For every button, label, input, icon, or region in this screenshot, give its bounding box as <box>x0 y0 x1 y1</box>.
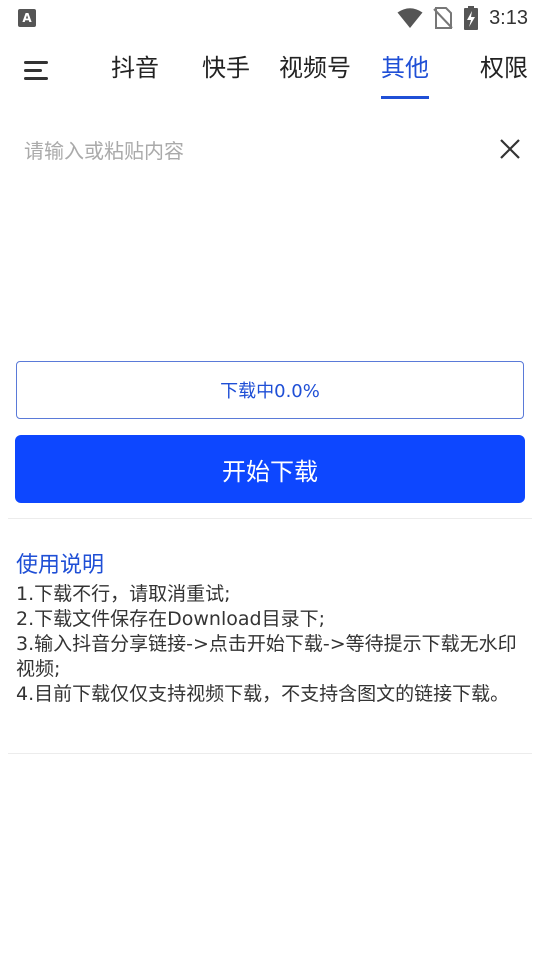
menu-icon[interactable] <box>22 56 52 86</box>
tab-permissions[interactable]: 权限 <box>480 52 528 84</box>
status-icons: 3:13 <box>397 6 528 30</box>
status-bar: A 3:13 <box>0 0 540 36</box>
link-input[interactable] <box>24 135 484 335</box>
instruction-line: 2.下载文件保存在Download目录下; <box>16 608 325 630</box>
divider <box>8 753 532 754</box>
no-sim-icon <box>433 7 453 29</box>
divider <box>8 518 532 519</box>
link-input-area <box>8 125 532 345</box>
battery-charging-icon <box>464 6 479 30</box>
tab-other[interactable]: 其他 <box>381 52 429 84</box>
app-notification-icon: A <box>18 9 36 27</box>
tab-kuaishou[interactable]: 快手 <box>202 52 250 84</box>
instructions-title: 使用说明 <box>16 553 105 578</box>
download-progress: 下载中0.0% <box>16 361 524 419</box>
instruction-line: 3.输入抖音分享链接->点击开始下载->等待提示下载无水印视频; <box>16 633 517 680</box>
tab-douyin[interactable]: 抖音 <box>111 52 159 84</box>
progress-label: 下载中0.0% <box>220 381 320 402</box>
wifi-icon <box>397 8 423 28</box>
instruction-line: 4.目前下载仅仅支持视频下载，不支持含图文的链接下载。 <box>16 683 510 705</box>
top-nav: 抖音 快手 视频号 其他 权限 <box>0 40 540 100</box>
instructions: 使用说明 1.下载不行，请取消重试; 2.下载文件保存在Download目录下;… <box>16 550 526 707</box>
tab-shipinhao[interactable]: 视频号 <box>279 52 351 84</box>
clock: 3:13 <box>489 6 528 29</box>
close-icon[interactable] <box>496 135 524 163</box>
instruction-line: 1.下载不行，请取消重试; <box>16 583 231 605</box>
active-tab-indicator <box>381 96 429 99</box>
start-download-button[interactable]: 开始下载 <box>15 435 525 503</box>
